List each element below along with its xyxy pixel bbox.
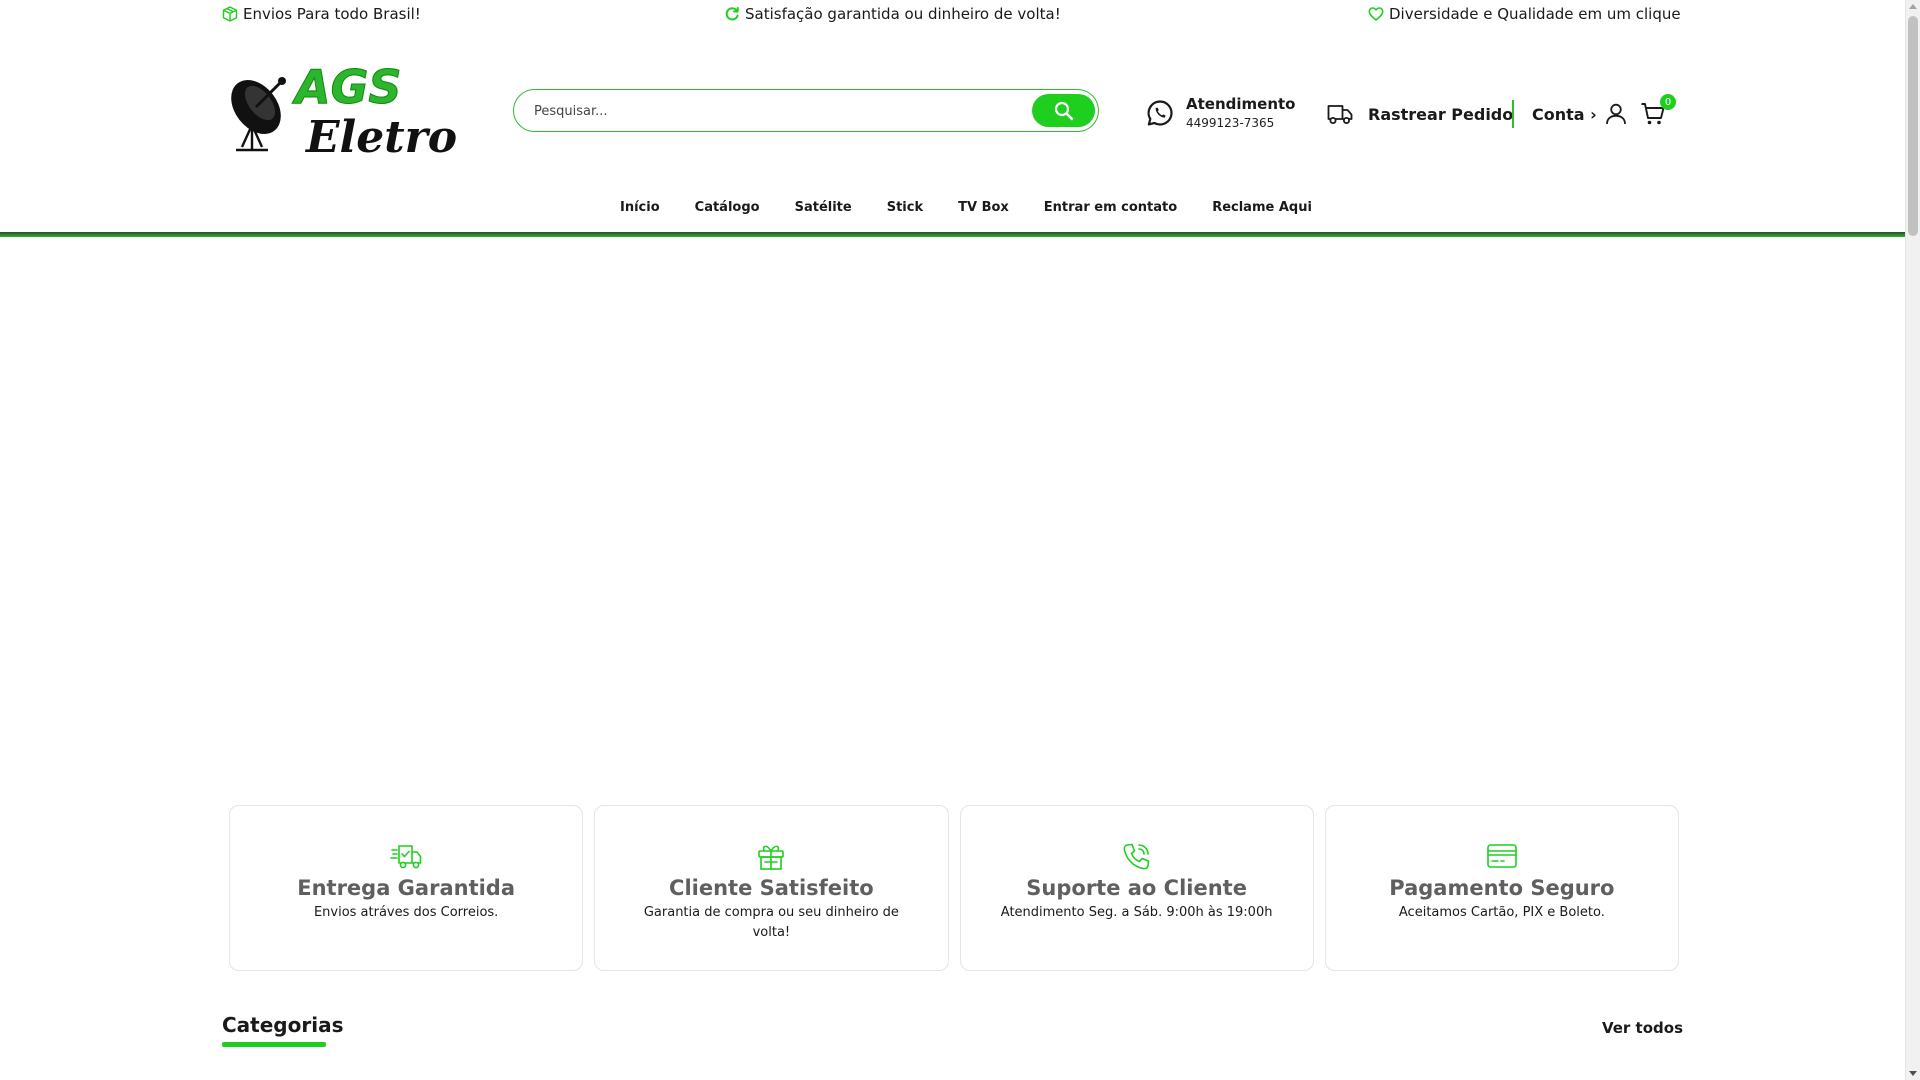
logo-ags-text: AGS — [292, 60, 402, 114]
feature-card: Suporte ao Cliente Atendimento Seg. a Sá… — [959, 805, 1314, 971]
feature-card: Pagamento Seguro Aceitamos Cartão, PIX e… — [1324, 805, 1679, 971]
search-bar — [513, 89, 1099, 132]
nav-item-tv-box[interactable]: TV Box — [958, 200, 1009, 215]
whatsapp-icon — [1147, 99, 1173, 126]
gift-box-icon — [758, 845, 785, 870]
logo-eletro-text: Eletro — [304, 112, 457, 160]
nav-item-stick[interactable]: Stick — [887, 200, 923, 215]
diversity-text: Diversidade e Qualidade em um clique — [1389, 5, 1681, 23]
track-order-link[interactable]: Rastrear Pedido — [1327, 103, 1513, 125]
guarantee-info: Satisfação garantida ou dinheiro de volt… — [724, 5, 1061, 23]
fast-delivery-icon — [390, 845, 422, 869]
scroll-up-arrow-icon[interactable] — [1909, 4, 1917, 9]
support-title: Atendimento — [1186, 95, 1296, 113]
truck-icon — [1327, 105, 1353, 124]
feature-desc: Envios atráves dos Correios. — [313, 905, 499, 920]
feature-card: Entrega Garantida Envios atráves dos Cor… — [229, 805, 584, 971]
feature-title: Pagamento Seguro — [1389, 876, 1615, 900]
feature-title: Cliente Satisfeito — [669, 876, 874, 900]
diversity-info: Diversidade e Qualidade em um clique — [1368, 5, 1681, 23]
track-order-label: Rastrear Pedido — [1368, 104, 1514, 124]
satellite-dish-icon — [231, 77, 286, 152]
feature-card: Cliente Satisfeito Garantia de compra ou… — [594, 805, 949, 971]
page: Envios Para todo Brasil! Satisfação gara… — [0, 0, 1905, 1080]
search-input[interactable] — [534, 98, 1014, 124]
top-info-bar: Envios Para todo Brasil! Satisfação gara… — [222, 0, 1683, 30]
site-header: AGS Eletro Atendimento 4499123-7365 Rast… — [222, 55, 1683, 165]
nav-item-reclame-aqui[interactable]: Reclame Aqui — [1212, 200, 1312, 215]
phone-call-icon — [1123, 843, 1149, 870]
shipping-info: Envios Para todo Brasil! — [222, 5, 421, 23]
categories-section-header: Categorias Ver todos — [222, 1013, 1683, 1063]
account-link[interactable]: Conta › — [1532, 103, 1627, 125]
feature-title: Entrega Garantida — [297, 876, 516, 900]
scrollbar-thumb[interactable] — [1908, 16, 1918, 236]
page-scrollbar[interactable] — [1905, 0, 1920, 1080]
view-all-link[interactable]: Ver todos — [1602, 1019, 1683, 1037]
support-contact[interactable]: Atendimento 4499123-7365 — [1146, 95, 1295, 130]
nav-item-inicio[interactable]: Início — [620, 200, 660, 215]
refresh-icon — [725, 7, 739, 21]
credit-card-icon — [1487, 844, 1517, 868]
features-row: Entrega Garantida Envios atráves dos Cor… — [222, 805, 1683, 971]
box-icon — [222, 6, 238, 22]
heart-icon — [1368, 7, 1384, 21]
ags-eletro-logo[interactable]: AGS Eletro — [222, 55, 457, 160]
search-button[interactable] — [1032, 94, 1095, 127]
cart-button[interactable]: 0 — [1640, 94, 1676, 131]
nav-item-contato[interactable]: Entrar em contato — [1044, 200, 1177, 215]
feature-desc: Garantia de compra ou seu dinheiro de vo… — [643, 905, 899, 940]
cart-count-badge: 0 — [1660, 94, 1676, 110]
scroll-down-arrow-icon[interactable] — [1909, 1071, 1917, 1076]
account-label: Conta › — [1532, 104, 1597, 124]
nav-item-catalogo[interactable]: Catálogo — [695, 200, 760, 215]
header-divider — [1512, 100, 1514, 128]
nav-bottom-bar — [0, 232, 1905, 237]
feature-desc: Atendimento Seg. a Sáb. 9:00h às 19:00h — [1000, 905, 1273, 920]
feature-title: Suporte ao Cliente — [1026, 876, 1247, 900]
categories-heading: Categorias — [222, 1013, 344, 1037]
shipping-text: Envios Para todo Brasil! — [243, 5, 421, 23]
search-icon — [1054, 101, 1073, 120]
nav-item-satelite[interactable]: Satélite — [795, 200, 852, 215]
main-nav: Início Catálogo Satélite Stick TV Box En… — [0, 200, 1905, 222]
guarantee-text: Satisfação garantida ou dinheiro de volt… — [745, 5, 1061, 23]
user-icon — [1605, 103, 1626, 125]
categories-heading-underline — [222, 1042, 326, 1047]
support-phone: 4499123-7365 — [1186, 116, 1275, 130]
feature-desc: Aceitamos Cartão, PIX e Boleto. — [1398, 905, 1605, 920]
